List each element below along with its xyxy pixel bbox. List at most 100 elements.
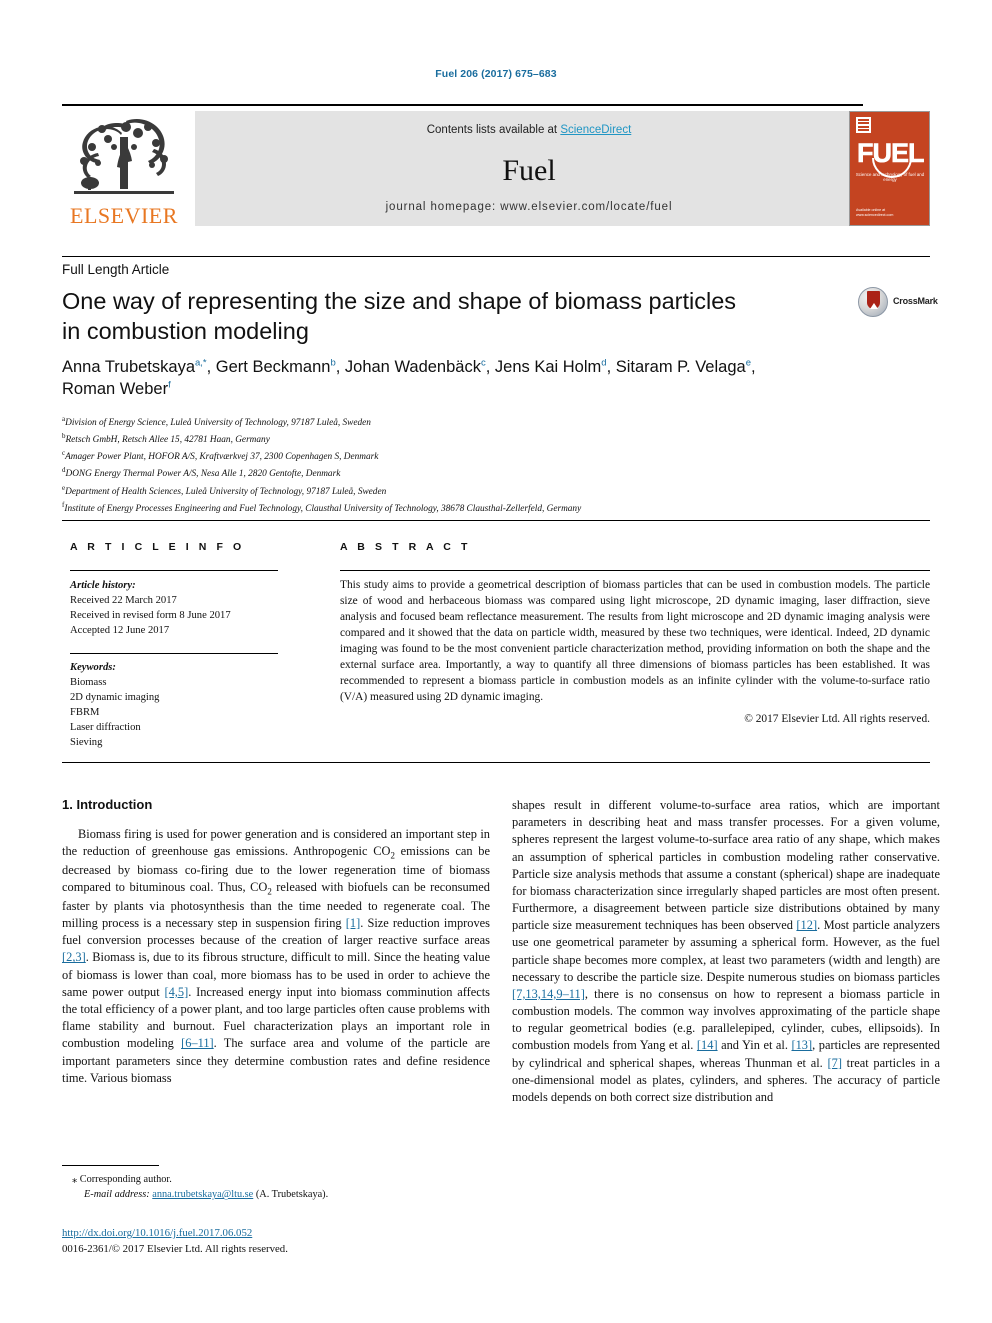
article-page: Fuel 206 (2017) 675–683 ELSEVIER Content… [0,0,992,1323]
article-info-heading: A R T I C L E I N F O [70,541,245,553]
affiliation-text: Retsch GmbH, Retsch Allee 15, 42781 Haan… [65,435,270,446]
author-entry: Sitaram P. Velagae [615,357,751,377]
affiliation-item: aDivision of Energy Science, Luleå Unive… [62,414,942,431]
elsevier-logo: ELSEVIER [62,111,186,228]
author-name: Roman Weber [62,379,169,398]
author-marker: f [168,379,171,391]
elsevier-tree-icon [74,118,174,194]
intro-paragraph-right: shapes result in different volume-to-sur… [512,797,940,1106]
affiliation-item: eDepartment of Health Sciences, Luleå Un… [62,483,942,500]
citation-link[interactable]: [4,5] [164,985,188,999]
title-line-1: One way of representing the size and sha… [62,288,737,314]
abstract-copyright: © 2017 Elsevier Ltd. All rights reserved… [744,713,930,725]
article-type-label: Full Length Article [62,262,170,277]
text-run: shapes result in different volume-to-sur… [512,798,940,933]
affiliation-item: bRetsch GmbH, Retsch Allee 15, 42781 Haa… [62,431,942,448]
keywords-list: Keywords: Biomass 2D dynamic imaging FBR… [70,660,300,750]
keyword-item: Biomass [70,677,107,689]
author-marker: b [330,357,336,369]
keyword-item: 2D dynamic imaging [70,692,160,704]
cover-subtitle: Science and technology of fuel and energ… [855,172,925,182]
doi-link[interactable]: http://dx.doi.org/10.1016/j.fuel.2017.06… [62,1227,252,1239]
abstract-text: This study aims to provide a geometrical… [340,579,930,703]
affiliation-text: DONG Energy Thermal Power A/S, Nesa Alle… [65,469,341,480]
article-type-rule [62,256,930,257]
journal-contents-box: Contents lists available at ScienceDirec… [195,111,863,226]
author-marker: c [480,357,486,369]
intro-paragraph-left: Biomass firing is used for power generat… [62,826,490,1087]
citation-link[interactable]: [13] [791,1038,812,1052]
keyword-item: Sieving [70,737,103,749]
crossmark-label: CrossMark [893,296,938,306]
cover-footer-text: Available online at www.sciencedirect.co… [856,208,894,218]
email-label: E-mail address: [84,1189,150,1201]
email-link[interactable]: anna.trubetskaya@ltu.se [152,1189,253,1200]
keywords-label: Keywords: [70,662,116,673]
cover-badge-icon [856,117,871,133]
history-item: Received in revised form 8 June 2017 [70,610,231,622]
journal-title: Fuel [502,154,556,187]
affiliation-text: Amager Power Plant, HOFOR A/S, Kraftværk… [65,452,379,463]
citation-link[interactable]: [7] [828,1056,842,1070]
sciencedirect-link[interactable]: ScienceDirect [560,124,631,136]
history-item: Accepted 12 June 2017 [70,625,170,637]
author-entry: Jens Kai Holmd [495,357,607,377]
section-heading-introduction: 1. Introduction [62,797,153,812]
doi-block: http://dx.doi.org/10.1016/j.fuel.2017.06… [62,1226,490,1257]
page-title: One way of representing the size and sha… [62,287,782,346]
masthead-top-rule [62,104,863,106]
running-head-citation: Fuel 206 (2017) 675–683 [435,68,557,80]
journal-homepage-url[interactable]: journal homepage: www.elsevier.com/locat… [195,201,863,213]
abstract-heading: A B S T R A C T [340,541,471,553]
email-owner: (A. Trubetskaya). [255,1189,329,1201]
info-block-bottom-rule [62,762,930,763]
author-entry: Gert Beckmannb [215,357,336,377]
email-note: E-mail address: anna.trubetskaya@ltu.se … [62,1187,490,1202]
author-entry: Roman Weberf [62,379,171,398]
body-column-left: 1. Introduction Biomass firing is used f… [62,797,490,1087]
citation-link[interactable]: [6–11] [181,1036,214,1050]
article-info-rule [70,570,278,571]
affiliation-text: Division of Energy Science, Luleå Univer… [65,418,371,429]
contents-available-line: Contents lists available at ScienceDirec… [195,124,863,136]
citation-link[interactable]: [1] [346,916,360,930]
history-item: Received 22 March 2017 [70,595,177,607]
author-name: Anna Trubetskaya [62,358,195,376]
keyword-item: FBRM [70,707,100,719]
author-list: Anna Trubetskayaa,*, Gert Beckmannb, Joh… [62,357,756,398]
citation-link[interactable]: [14] [697,1038,718,1052]
info-block-top-rule [62,520,930,521]
body-column-right: shapes result in different volume-to-sur… [512,797,940,1106]
article-history: Article history: Received 22 March 2017 … [70,578,300,638]
footnote-rule [62,1165,159,1166]
article-history-label: Article history: [70,580,136,591]
crossmark-disc-icon [858,287,888,317]
citation-link[interactable]: [12] [796,918,817,932]
text-run: and Yin et al. [717,1038,792,1053]
crossmark-badge[interactable]: CrossMark [858,287,938,317]
keywords-rule [70,653,278,654]
affiliation-text: Department of Health Sciences, Luleå Uni… [65,486,387,497]
author-entry: Johan Wadenbäckc [344,357,486,377]
author-name: Gert Beckmann [215,358,331,376]
journal-cover-thumbnail: FUEL Science and technology of fuel and … [849,111,930,226]
citation-link[interactable]: [2,3] [62,950,86,964]
author-name: Sitaram P. Velaga [615,358,746,376]
citation-link[interactable]: [7,13,14,9–11] [512,987,585,1001]
author-entry: Anna Trubetskayaa,* [62,357,207,377]
corresponding-author-note: ⁎ Corresponding author. [72,1174,172,1185]
affiliation-item: fInstitute of Energy Processes Engineeri… [62,500,942,517]
journal-masthead: ELSEVIER Contents lists available at Sci… [62,104,930,228]
footnote-block: ⁎ Corresponding author. E-mail address: … [62,1172,490,1203]
issn-copyright-line: 0016-2361/© 2017 Elsevier Ltd. All right… [62,1242,288,1255]
affiliation-list: aDivision of Energy Science, Luleå Unive… [62,414,942,517]
affiliation-item: cAmager Power Plant, HOFOR A/S, Kraftvær… [62,448,942,465]
author-marker: a,* [195,357,207,369]
author-marker: d [601,357,607,369]
contents-prefix: Contents lists available at [426,124,561,136]
author-name: Johan Wadenbäck [344,358,481,376]
title-line-2: in combustion modeling [62,317,309,344]
abstract-rule [340,570,930,571]
corresponding-author-text: Corresponding author. [79,1174,172,1185]
author-marker: e [745,357,751,369]
